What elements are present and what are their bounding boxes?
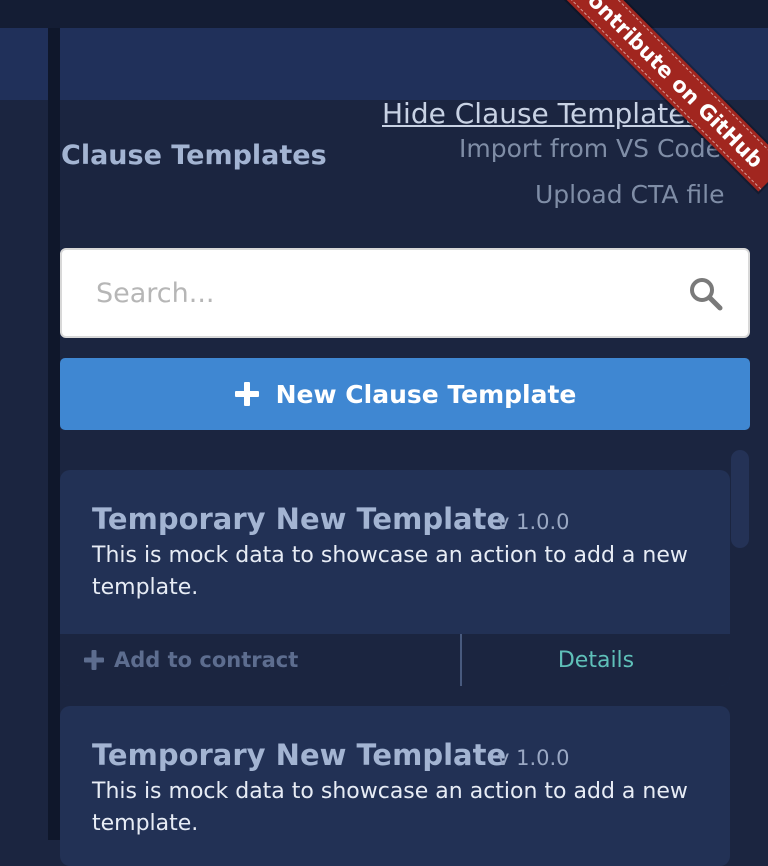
- template-version: v 1.0.0: [497, 746, 570, 770]
- panel-divider[interactable]: [48, 28, 60, 840]
- add-to-contract-button[interactable]: Add to contract: [60, 634, 460, 686]
- template-card: Temporary New Template v 1.0.0 This is m…: [60, 706, 730, 866]
- new-clause-template-label: New Clause Template: [275, 379, 577, 409]
- plus-icon: [234, 382, 259, 406]
- scrollbar[interactable]: [731, 450, 749, 840]
- template-description: This is mock data to showcase an action …: [92, 543, 688, 600]
- add-to-contract-label: Add to contract: [114, 648, 299, 672]
- search-icon[interactable]: [688, 276, 724, 312]
- import-vscode-link[interactable]: Import from VS Code: [459, 134, 721, 163]
- template-description: This is mock data to showcase an action …: [92, 779, 688, 836]
- new-clause-template-button[interactable]: New Clause Template: [60, 358, 750, 430]
- plus-icon: [84, 650, 104, 670]
- hide-templates-link[interactable]: Hide Clause Templates: [382, 97, 700, 130]
- template-name: Temporary New Template: [92, 502, 507, 536]
- panel-title: Clause Templates: [61, 140, 327, 171]
- upload-cta-link[interactable]: Upload CTA file: [535, 180, 724, 209]
- search-input[interactable]: [62, 250, 696, 336]
- scrollbar-thumb[interactable]: [731, 450, 749, 548]
- template-version: v 1.0.0: [497, 510, 570, 534]
- details-button[interactable]: Details: [462, 634, 730, 686]
- template-card: Temporary New Template v 1.0.0 This is m…: [60, 470, 730, 686]
- top-bar: [0, 0, 768, 28]
- left-panel: [0, 100, 48, 840]
- template-name: Temporary New Template: [92, 738, 507, 772]
- search-box: [60, 248, 750, 338]
- card-actions: Add to contract Details: [60, 634, 730, 686]
